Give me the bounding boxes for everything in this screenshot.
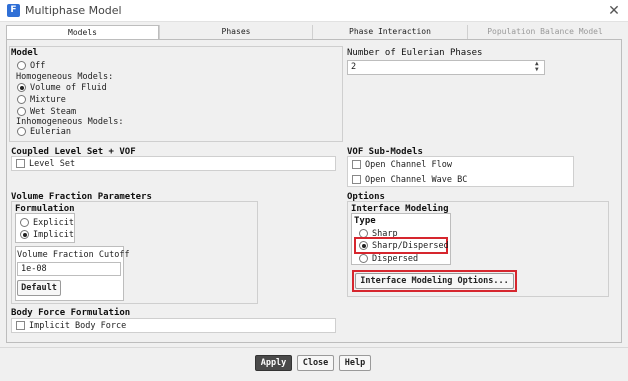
close-icon[interactable]: ✕ [604, 1, 624, 21]
tab-models[interactable]: Models [6, 25, 159, 40]
cutoff-title: Volume Fraction Cutoff [17, 250, 130, 260]
wet-steam-radio[interactable] [17, 107, 26, 116]
default-button[interactable]: Default [17, 280, 61, 296]
eulerian-radio[interactable] [17, 127, 26, 136]
eulerian-phases-value: 2 [351, 62, 357, 72]
eulerian-phases-spinner[interactable]: 2 [347, 60, 545, 75]
cutoff-value: 1e-08 [21, 264, 47, 274]
cutoff-input[interactable]: 1e-08 [17, 262, 121, 276]
implicit-body-force-checkbox[interactable] [16, 321, 25, 330]
sharp-dispersed-label: Sharp/Dispersed [372, 241, 449, 251]
inhomogeneous-models-heading: Inhomogeneous Models: [16, 117, 124, 127]
implicit-radio[interactable] [20, 230, 29, 239]
explicit-label: Explicit [33, 218, 74, 228]
open-channel-flow-label: Open Channel Flow [365, 160, 452, 170]
app-icon: F [7, 4, 20, 17]
dispersed-label: Dispersed [372, 254, 419, 264]
tab-phases[interactable]: Phases [159, 25, 312, 39]
open-channel-flow-checkbox[interactable] [352, 160, 361, 169]
eulerian-label: Eulerian [30, 127, 71, 137]
help-button[interactable]: Help [339, 355, 371, 371]
close-button[interactable]: Close [297, 355, 334, 371]
open-channel-wave-bc-checkbox[interactable] [352, 175, 361, 184]
volume-of-fluid-label: Volume of Fluid [30, 83, 107, 93]
dispersed-radio[interactable] [359, 254, 368, 263]
tab-phase-interaction[interactable]: Phase Interaction [312, 25, 467, 39]
tab-population-balance-model: Population Balance Model [467, 25, 622, 39]
explicit-radio[interactable] [20, 218, 29, 227]
type-title: Type [354, 216, 376, 226]
eulerian-phases-title: Number of Eulerian Phases [347, 48, 483, 58]
level-set-checkbox[interactable] [16, 159, 25, 168]
wet-steam-label: Wet Steam [30, 107, 77, 117]
volume-of-fluid-radio[interactable] [17, 83, 26, 92]
off-label: Off [30, 61, 46, 71]
mixture-label: Mixture [30, 95, 66, 105]
spinner-arrows-icon[interactable]: ▲ ▼ [535, 61, 539, 73]
off-radio[interactable] [17, 61, 26, 70]
window-title: Multiphase Model [25, 4, 122, 17]
footer-separator [0, 347, 628, 348]
homogeneous-models-heading: Homogeneous Models: [16, 72, 114, 82]
apply-button[interactable]: Apply [255, 355, 292, 371]
body-force-title: Body Force Formulation [11, 308, 131, 318]
implicit-label: Implicit [33, 230, 74, 240]
level-set-label: Level Set [29, 159, 76, 169]
implicit-body-force-label: Implicit Body Force [29, 321, 127, 331]
mixture-radio[interactable] [17, 95, 26, 104]
open-channel-wave-bc-label: Open Channel Wave BC [365, 175, 468, 185]
interface-modeling-options-button[interactable]: Interface Modeling Options... [355, 273, 514, 289]
model-title: Model [11, 48, 39, 58]
sharp-dispersed-radio[interactable] [359, 241, 368, 250]
